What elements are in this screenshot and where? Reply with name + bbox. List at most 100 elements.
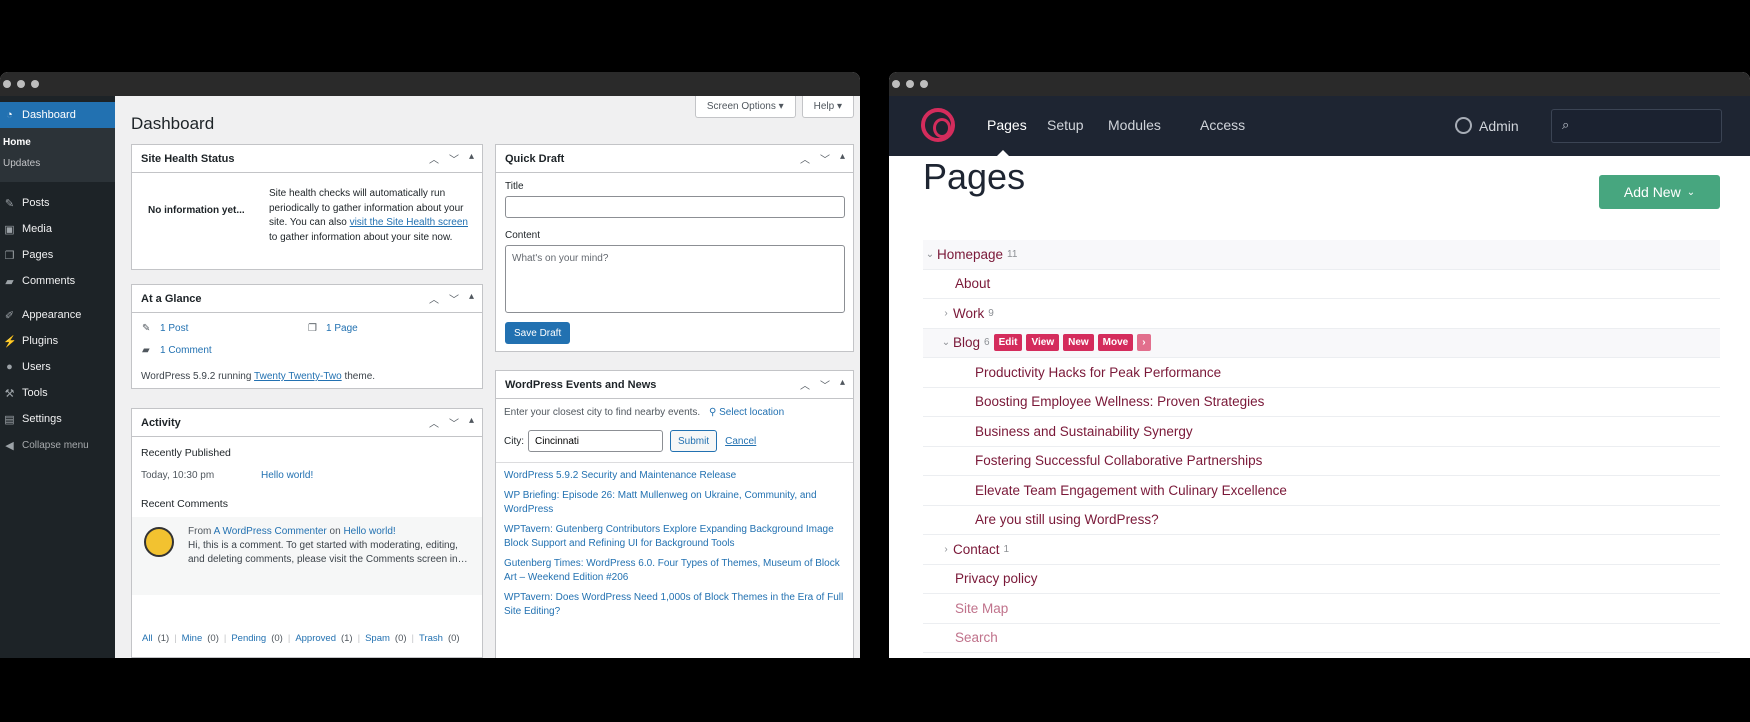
move-up-icon[interactable]: ︿ bbox=[429, 151, 439, 166]
page-title-link[interactable]: Work bbox=[953, 306, 984, 321]
collapse-toggle-icon[interactable]: ▴ bbox=[840, 151, 845, 166]
page-action-view[interactable]: View bbox=[1026, 334, 1060, 352]
chevron-down-icon[interactable]: ⌄ bbox=[939, 337, 953, 348]
page-tree-row[interactable]: About bbox=[923, 270, 1720, 299]
comment-filter-link[interactable]: Mine bbox=[182, 633, 203, 644]
nav-modules[interactable]: Modules bbox=[1108, 117, 1161, 133]
page-action-new[interactable]: New bbox=[1063, 334, 1094, 352]
site-health-link[interactable]: visit the Site Health screen bbox=[350, 217, 468, 228]
collapse-toggle-icon[interactable]: ▴ bbox=[469, 291, 474, 306]
city-input[interactable] bbox=[528, 430, 663, 452]
news-link[interactable]: WPTavern: Does WordPress Need 1,000s of … bbox=[504, 591, 845, 619]
news-link[interactable]: WPTavern: Gutenberg Contributors Explore… bbox=[504, 523, 845, 551]
move-up-icon[interactable]: ︿ bbox=[429, 415, 439, 430]
move-down-icon[interactable]: ﹀ bbox=[449, 415, 459, 430]
page-title-link[interactable]: Site Map bbox=[955, 601, 1008, 616]
screen-options-button[interactable]: Screen Options ▾ bbox=[694, 96, 796, 118]
sidebar-item-pages[interactable]: ❐ Pages bbox=[0, 242, 115, 268]
move-up-icon[interactable]: ︿ bbox=[429, 291, 439, 306]
sidebar-item-appearance[interactable]: ✐ Appearance bbox=[0, 302, 115, 328]
draft-title-input[interactable] bbox=[505, 196, 845, 218]
page-tree-row[interactable]: Site Map bbox=[923, 594, 1720, 624]
add-new-button[interactable]: Add New ⌄ bbox=[1599, 175, 1720, 209]
page-tree-row[interactable]: › Contact 1 bbox=[923, 535, 1720, 565]
page-title-link[interactable]: About bbox=[955, 276, 990, 291]
page-action-more[interactable]: › bbox=[1137, 334, 1151, 352]
comment-author-link[interactable]: A WordPress Commenter bbox=[214, 526, 327, 537]
collapse-toggle-icon[interactable]: ▴ bbox=[469, 415, 474, 430]
page-tree-row[interactable]: › Work 9 bbox=[923, 299, 1720, 329]
sidebar-item-comments[interactable]: ▰ Comments bbox=[0, 268, 115, 294]
page-title-link[interactable]: Are you still using WordPress? bbox=[975, 512, 1159, 527]
chevron-down-icon[interactable]: ⌄ bbox=[923, 249, 937, 260]
comment-filter-link[interactable]: All bbox=[142, 633, 153, 644]
page-tree-row[interactable]: Productivity Hacks for Peak Performance bbox=[923, 358, 1720, 388]
save-draft-button[interactable]: Save Draft bbox=[505, 322, 571, 344]
page-action-edit[interactable]: Edit bbox=[993, 334, 1023, 352]
news-link[interactable]: Gutenberg Times: WordPress 6.0. Four Typ… bbox=[504, 557, 845, 585]
page-title-link[interactable]: Privacy policy bbox=[955, 571, 1038, 586]
news-link[interactable]: WordPress 5.9.2 Security and Maintenance… bbox=[504, 469, 845, 483]
sidebar-item-tools[interactable]: ⚒ Tools bbox=[0, 380, 115, 406]
sidebar-item-dashboard[interactable]: ◔ Dashboard bbox=[0, 102, 115, 128]
page-tree-row[interactable]: Boosting Employee Wellness: Proven Strat… bbox=[923, 388, 1720, 417]
comment-filter-link[interactable]: Pending bbox=[231, 633, 266, 644]
page-title-link[interactable]: Blog bbox=[953, 335, 980, 350]
window-dot[interactable] bbox=[920, 80, 928, 88]
window-dot[interactable] bbox=[3, 80, 11, 88]
window-dot[interactable] bbox=[906, 80, 914, 88]
comment-post-link[interactable]: Hello world! bbox=[343, 526, 395, 537]
page-tree-row[interactable]: Search bbox=[923, 624, 1720, 653]
page-title-link[interactable]: Homepage bbox=[937, 247, 1003, 262]
page-tree-row[interactable]: Are you still using WordPress? bbox=[923, 506, 1720, 535]
move-down-icon[interactable]: ﹀ bbox=[449, 151, 459, 166]
move-down-icon[interactable]: ﹀ bbox=[449, 291, 459, 306]
draft-content-textarea[interactable]: What's on your mind? bbox=[505, 245, 845, 313]
move-up-icon[interactable]: ︿ bbox=[800, 377, 810, 392]
sidebar-item-media[interactable]: ▣ Media bbox=[0, 216, 115, 242]
page-title-link[interactable]: Productivity Hacks for Peak Performance bbox=[975, 365, 1221, 380]
processwire-logo[interactable] bbox=[921, 108, 955, 142]
page-title-link[interactable]: Fostering Successful Collaborative Partn… bbox=[975, 453, 1262, 468]
page-tree-row[interactable]: ⌄ Blog 6 Edit View New Move › bbox=[923, 328, 1720, 358]
page-tree-row[interactable]: ⌄ Homepage 11 bbox=[923, 240, 1720, 270]
collapse-toggle-icon[interactable]: ▴ bbox=[469, 151, 474, 166]
page-tree-row[interactable]: Elevate Team Engagement with Culinary Ex… bbox=[923, 476, 1720, 506]
nav-setup[interactable]: Setup bbox=[1047, 117, 1084, 133]
window-dot[interactable] bbox=[31, 80, 39, 88]
move-down-icon[interactable]: ﹀ bbox=[820, 151, 830, 166]
page-tree-row[interactable]: Business and Sustainability Synergy bbox=[923, 417, 1720, 447]
theme-link[interactable]: Twenty Twenty-Two bbox=[254, 371, 342, 382]
submit-button[interactable]: Submit bbox=[670, 430, 718, 452]
comment-filter-link[interactable]: Trash bbox=[419, 633, 443, 644]
page-title-link[interactable]: Contact bbox=[953, 542, 1000, 557]
admin-menu[interactable]: Admin bbox=[1455, 117, 1519, 134]
move-up-icon[interactable]: ︿ bbox=[800, 151, 810, 166]
page-tree-row[interactable]: Fostering Successful Collaborative Partn… bbox=[923, 447, 1720, 476]
page-tree-row[interactable]: Privacy policy bbox=[923, 565, 1720, 594]
submenu-updates[interactable]: Updates bbox=[0, 153, 115, 174]
collapse-menu-button[interactable]: ◀ Collapse menu bbox=[0, 432, 115, 458]
sidebar-item-posts[interactable]: ✎ Posts bbox=[0, 190, 115, 216]
sidebar-item-users[interactable]: ● Users bbox=[0, 354, 115, 380]
sidebar-item-plugins[interactable]: ⚡ Plugins bbox=[0, 328, 115, 354]
submenu-home[interactable]: Home bbox=[0, 132, 115, 153]
chevron-right-icon[interactable]: › bbox=[939, 308, 953, 319]
move-down-icon[interactable]: ﹀ bbox=[820, 377, 830, 392]
collapse-toggle-icon[interactable]: ▴ bbox=[840, 377, 845, 392]
chevron-right-icon[interactable]: › bbox=[939, 544, 953, 555]
page-title-link[interactable]: Business and Sustainability Synergy bbox=[975, 424, 1193, 439]
comment-filter-link[interactable]: Approved bbox=[295, 633, 336, 644]
comments-count-link[interactable]: 1 Comment bbox=[160, 345, 212, 356]
window-dot[interactable] bbox=[17, 80, 25, 88]
search-input[interactable]: ⌕ bbox=[1551, 109, 1722, 143]
nav-pages[interactable]: Pages bbox=[987, 117, 1027, 133]
select-location-link[interactable]: Select location bbox=[719, 407, 784, 418]
comment-filter-link[interactable]: Spam bbox=[365, 633, 390, 644]
pages-count-link[interactable]: 1 Page bbox=[326, 323, 358, 334]
page-title-link[interactable]: Search bbox=[955, 630, 998, 645]
page-title-link[interactable]: Boosting Employee Wellness: Proven Strat… bbox=[975, 394, 1264, 409]
cancel-link[interactable]: Cancel bbox=[725, 436, 756, 447]
help-button[interactable]: Help ▾ bbox=[801, 96, 854, 118]
nav-access[interactable]: Access bbox=[1200, 117, 1245, 133]
